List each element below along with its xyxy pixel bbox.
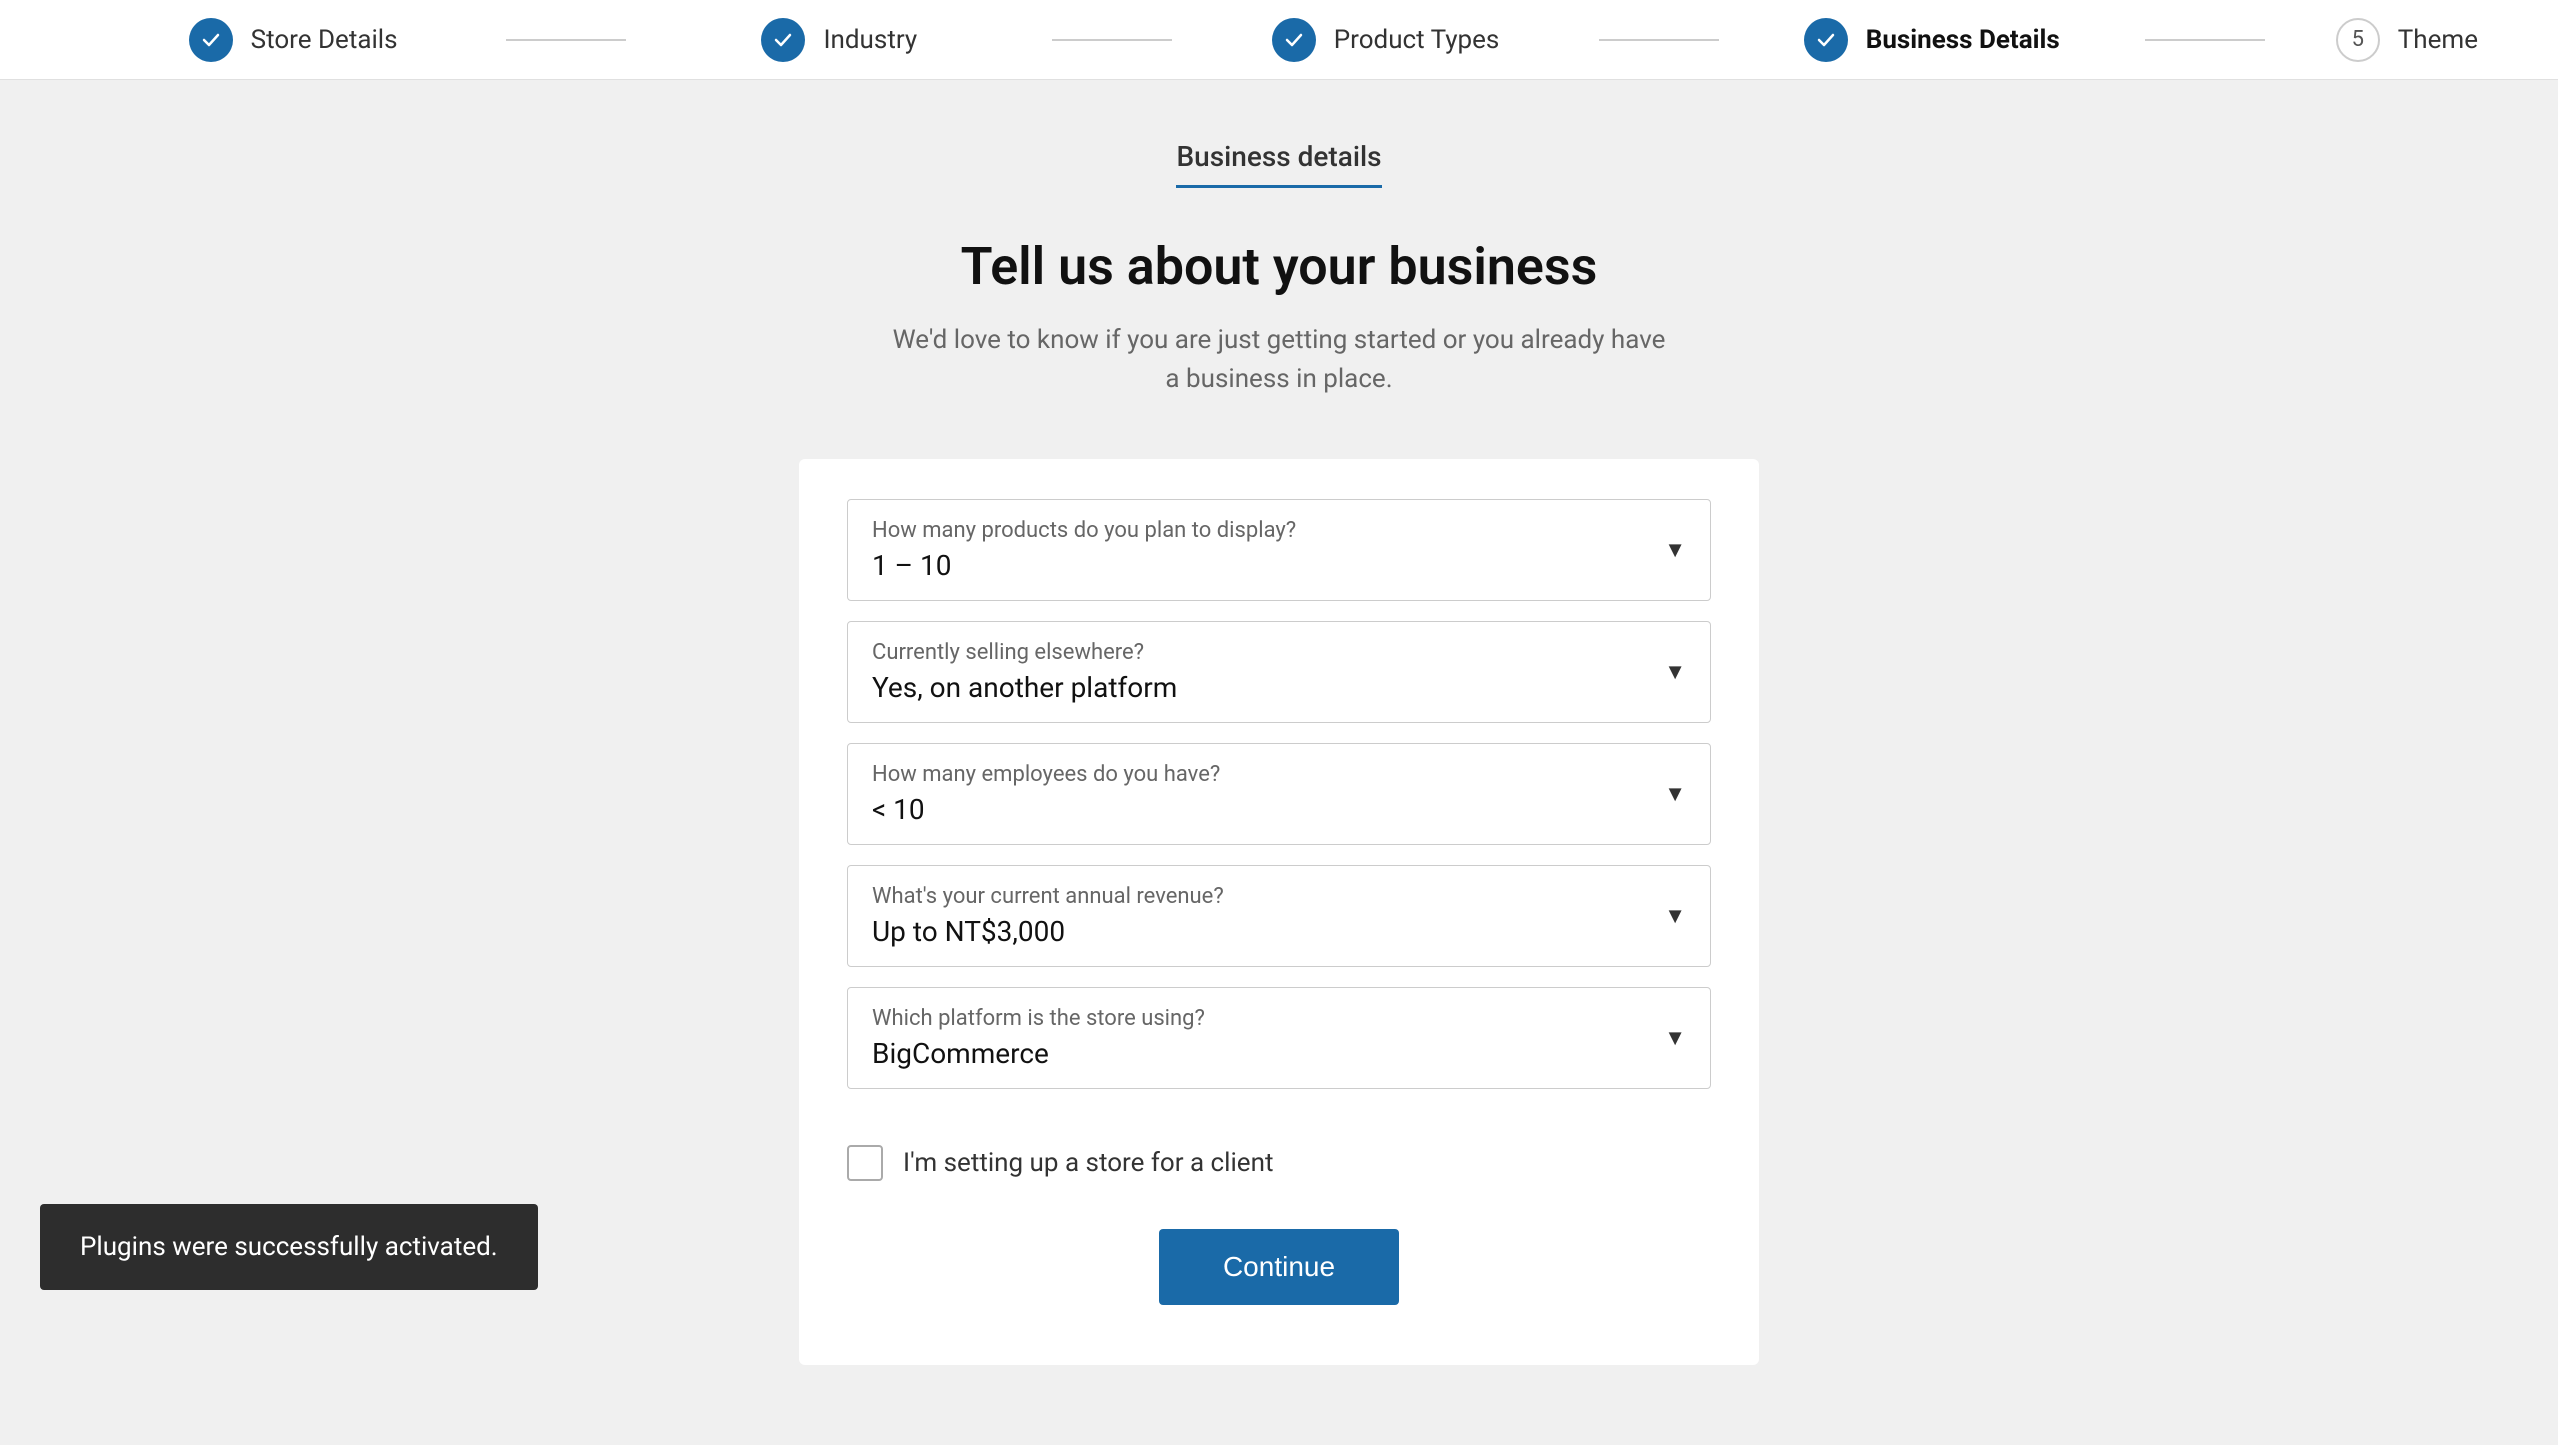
client-store-checkbox[interactable] xyxy=(847,1145,883,1181)
stepper-label-theme: Theme xyxy=(2398,25,2478,55)
chevron-down-icon-employees: ▼ xyxy=(1664,781,1686,807)
stepper-item-business-details[interactable]: Business Details xyxy=(1719,18,2145,62)
chevron-down-icon-platform: ▼ xyxy=(1664,1025,1686,1051)
stepper-label-business-details: Business Details xyxy=(1866,25,2060,55)
dropdown-value-products-count: 1 – 10 xyxy=(872,549,951,582)
page-heading: Tell us about your business xyxy=(961,236,1598,297)
stepper-connector-4 xyxy=(2145,39,2265,41)
toast-message: Plugins were successfully activated. xyxy=(80,1232,498,1262)
stepper-bar: Store Details Industry Product Types Bus… xyxy=(0,0,2558,80)
step-check-icon-store-details xyxy=(189,18,233,62)
stepper-item-theme[interactable]: 5 Theme xyxy=(2265,18,2478,62)
dropdown-label-annual-revenue: What's your current annual revenue? xyxy=(872,884,1686,909)
stepper-item-store-details[interactable]: Store Details xyxy=(80,18,506,62)
page-subheading: We'd love to know if you are just gettin… xyxy=(889,321,1669,399)
dropdown-platform[interactable]: Which platform is the store using? BigCo… xyxy=(847,987,1711,1089)
tab-title-bar: Business details xyxy=(1176,140,1381,188)
stepper-item-product-types[interactable]: Product Types xyxy=(1172,18,1598,62)
dropdown-label-selling-elsewhere: Currently selling elsewhere? xyxy=(872,640,1686,665)
dropdown-value-annual-revenue: Up to NT$3,000 xyxy=(872,915,1065,948)
stepper-label-industry: Industry xyxy=(823,25,917,55)
dropdown-value-employees: < 10 xyxy=(872,793,925,826)
checkbox-row-client[interactable]: I'm setting up a store for a client xyxy=(847,1145,1711,1181)
tab-title: Business details xyxy=(1176,140,1381,188)
chevron-down-icon-selling: ▼ xyxy=(1664,659,1686,685)
stepper-label-product-types: Product Types xyxy=(1334,25,1500,55)
toast-notification: Plugins were successfully activated. xyxy=(40,1204,538,1290)
step-check-icon-product-types xyxy=(1272,18,1316,62)
stepper-label-store-details: Store Details xyxy=(251,25,398,55)
continue-button[interactable]: Continue xyxy=(1159,1229,1399,1305)
step-check-icon-business-details xyxy=(1804,18,1848,62)
stepper-connector-2 xyxy=(1052,39,1172,41)
dropdown-label-employees: How many employees do you have? xyxy=(872,762,1686,787)
dropdown-value-platform: BigCommerce xyxy=(872,1037,1049,1070)
form-card: How many products do you plan to display… xyxy=(799,459,1759,1365)
step-number-icon-theme: 5 xyxy=(2336,18,2380,62)
dropdown-employees[interactable]: How many employees do you have? < 10 ▼ xyxy=(847,743,1711,845)
dropdown-annual-revenue[interactable]: What's your current annual revenue? Up t… xyxy=(847,865,1711,967)
dropdown-label-products-count: How many products do you plan to display… xyxy=(872,518,1686,543)
dropdown-products-count[interactable]: How many products do you plan to display… xyxy=(847,499,1711,601)
dropdown-selling-elsewhere[interactable]: Currently selling elsewhere? Yes, on ano… xyxy=(847,621,1711,723)
chevron-down-icon-products: ▼ xyxy=(1664,537,1686,563)
dropdown-value-selling-elsewhere: Yes, on another platform xyxy=(872,671,1177,704)
stepper-connector-3 xyxy=(1599,39,1719,41)
dropdown-label-platform: Which platform is the store using? xyxy=(872,1006,1686,1031)
stepper-connector-1 xyxy=(506,39,626,41)
chevron-down-icon-revenue: ▼ xyxy=(1664,903,1686,929)
stepper-item-industry[interactable]: Industry xyxy=(626,18,1052,62)
checkbox-label-client: I'm setting up a store for a client xyxy=(903,1148,1273,1178)
step-check-icon-industry xyxy=(761,18,805,62)
